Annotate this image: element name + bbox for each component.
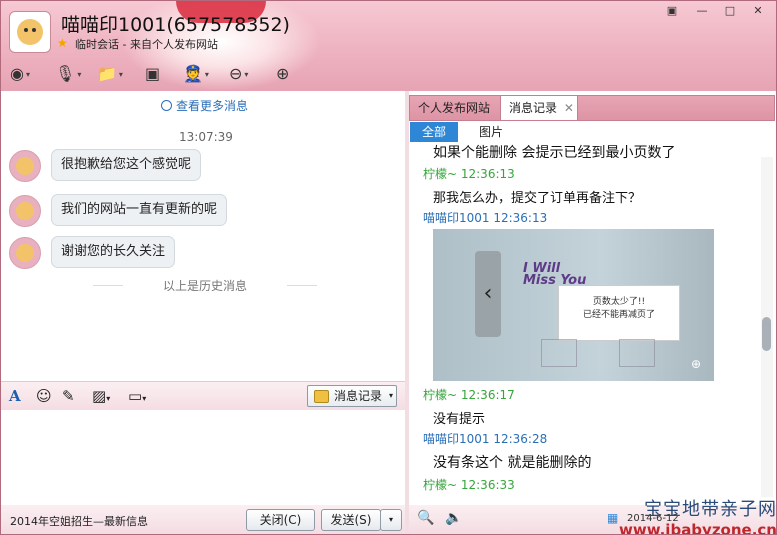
minimize-button[interactable]: — (691, 4, 713, 18)
history-icon (314, 390, 329, 403)
view-more-label: 查看更多消息 (176, 99, 249, 113)
card-line: 已经不能再减页了 (582, 310, 655, 320)
contact-title: 喵喵印1001(657578352) (61, 14, 290, 36)
chevron-left-icon: ‹ (475, 251, 501, 337)
history-sender: 柠檬~ 12:36:13 (423, 167, 515, 181)
star-icon: ★ (57, 36, 68, 50)
message-timestamp: 13:07:39 (179, 130, 233, 144)
ad-link[interactable]: 2014年空姐招生—最新信息 (10, 513, 148, 529)
search-icon[interactable]: 🔍 (417, 510, 434, 526)
close-window-button[interactable]: ✕ (747, 4, 769, 18)
remote-desktop-icon[interactable]: ▣ (145, 63, 160, 85)
message-bubble: 谢谢您的长久关注 (51, 236, 176, 268)
session-subtitle: 临时会话 - 来自个人发布网站 (75, 38, 218, 51)
history-list: 如果个能删除 会提示已经到最小页数了 柠檬~ 12:36:13 那我怎么办，提交… (409, 143, 761, 505)
filter-images[interactable]: 图片 (467, 122, 515, 142)
video-call-icon[interactable]: ◉ ▾ (10, 63, 30, 85)
image-placeholder-icon (541, 339, 577, 367)
app-icon[interactable]: 👮 ▾ (183, 63, 209, 85)
tab-message-history[interactable]: 消息记录 ✕ (500, 96, 578, 120)
history-divider: 以上是历史消息 (93, 277, 317, 294)
history-sender: 柠檬~ 12:36:17 (423, 388, 515, 402)
send-options-button[interactable]: ▾ (380, 509, 402, 531)
window-header: 喵喵印1001(657578352) ★ 临时会话 - 来自个人发布网站 ▣ —… (1, 1, 776, 91)
message-bubble: 很抱歉给您这个感觉呢 (51, 149, 202, 181)
clock-icon (161, 100, 172, 111)
chat-message: 我们的网站一直有更新的呢 (9, 193, 399, 227)
chevron-down-icon: ▾ (388, 391, 393, 400)
history-sender: 柠檬~ 12:36:33 (423, 478, 515, 492)
audio-icon[interactable]: 🔈 (445, 510, 462, 526)
close-button[interactable]: 关闭(C) (246, 509, 315, 531)
chat-message: 谢谢您的长久关注 (9, 235, 399, 269)
history-sender: 喵喵印1001 12:36:28 (423, 432, 548, 446)
voice-call-icon[interactable]: 🎙 ▾ (55, 63, 81, 85)
chat-window: 喵喵印1001(657578352) ★ 临时会话 - 来自个人发布网站 ▣ —… (0, 0, 777, 535)
image-icon[interactable]: ▨▾ (92, 386, 110, 409)
history-button-label: 消息记录 (334, 389, 383, 403)
view-more-messages-link[interactable]: 查看更多消息 (161, 97, 248, 114)
send-button[interactable]: 发送(S) (321, 509, 381, 531)
history-text: 那我怎么办，提交了订单再备注下？ (433, 191, 642, 206)
watermark: 宝宝地带亲子网 www.ibabyzone.cn (619, 495, 777, 535)
scrollbar-thumb[interactable] (762, 317, 771, 351)
card-line: 页数太少了!! (592, 297, 646, 307)
contact-avatar[interactable] (9, 11, 51, 53)
filter-all[interactable]: 全部 (410, 122, 459, 142)
watermark-title: 宝宝地带亲子网 (643, 499, 777, 520)
watermark-url: www.ibabyzone.cn (619, 521, 777, 535)
input-toolbar: A ☺ ✎ ▨▾ ▭▾ 消息记录 ▾ (1, 381, 405, 411)
history-image[interactable]: ‹ I Will Miss You 页数太少了!! 已经不能再减页了 ⊕ (433, 229, 714, 381)
screenshot-icon[interactable]: ▭▾ (128, 386, 146, 409)
send-file-icon[interactable]: 📁 ▾ (97, 63, 123, 85)
sender-avatar[interactable] (9, 195, 41, 227)
side-tabs: 个人发布网站 消息记录 ✕ (409, 95, 775, 121)
image-card: 页数太少了!! 已经不能再减页了 (558, 285, 680, 341)
history-scrollbar[interactable] (761, 157, 773, 497)
sender-avatar[interactable] (9, 150, 41, 182)
sender-avatar[interactable] (9, 237, 41, 269)
history-text: 如果个能删除 会提示已经到最小页数了 (433, 145, 676, 161)
emoji-icon[interactable]: ☺ (36, 386, 52, 406)
history-sender: 喵喵印1001 12:36:13 (423, 211, 548, 225)
block-contact-icon[interactable]: ⊖ ▾ (229, 63, 248, 85)
tab-label: 消息记录 (509, 101, 558, 115)
side-panel: 个人发布网站 消息记录 ✕ 全部 图片 如果个能删除 会提示已经到最小页数了 柠… (409, 91, 776, 534)
font-icon[interactable]: A (9, 386, 21, 406)
footer-bar: 2014年空姐招生—最新信息 关闭(C) 发送(S) ▾ (1, 505, 405, 534)
message-input[interactable] (1, 410, 405, 505)
close-icon[interactable]: ✕ (564, 101, 574, 115)
skin-button[interactable]: ▣ (661, 4, 683, 18)
history-text: 没有条这个 就是能删除的 (433, 455, 592, 471)
magic-expression-icon[interactable]: ✎ (62, 386, 75, 406)
calendar-icon[interactable]: ▦ (607, 511, 618, 525)
tab-personal-site[interactable]: 个人发布网站 (418, 96, 490, 120)
add-contact-icon[interactable]: ⊕ (276, 63, 289, 85)
maximize-button[interactable]: □ (719, 4, 741, 18)
chat-message: 很抱歉给您这个感觉呢 (9, 148, 399, 182)
message-bubble: 我们的网站一直有更新的呢 (51, 194, 228, 226)
zoom-icon[interactable]: ⊕ (691, 357, 701, 371)
message-history-button[interactable]: 消息记录 ▾ (307, 385, 397, 407)
image-placeholder-icon (619, 339, 655, 367)
image-title: I Will Miss You (523, 261, 587, 288)
chat-message-area: 查看更多消息 13:07:39 很抱歉给您这个感觉呢 我们的网站一直有更新的呢 … (1, 91, 405, 381)
history-text: 没有提示 (433, 412, 486, 427)
